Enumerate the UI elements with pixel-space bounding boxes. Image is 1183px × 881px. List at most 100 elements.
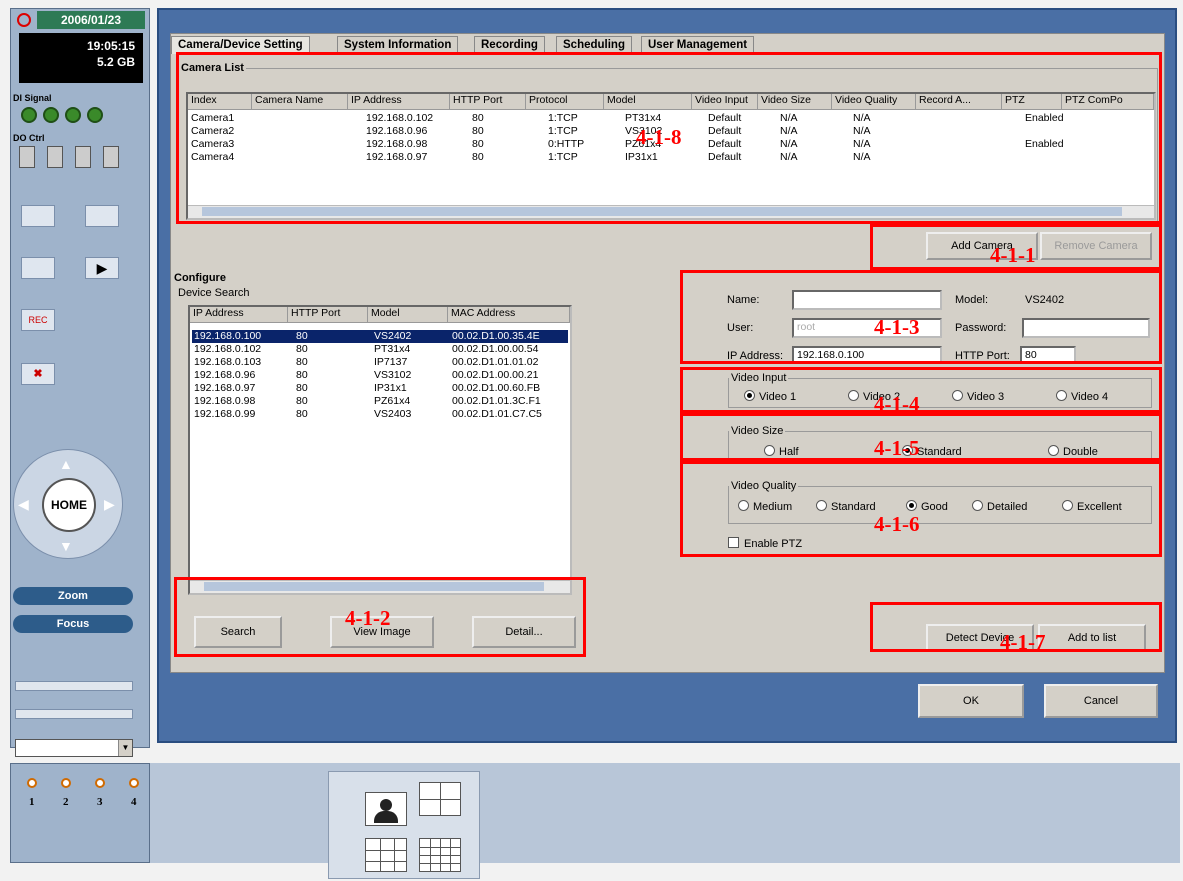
do-switch-4[interactable] [103, 146, 119, 168]
list-item[interactable]: 192.168.0.102 80 PT31x4 00.02.D1.00.00.5… [192, 343, 568, 356]
cell-port: 80 [296, 408, 308, 420]
power-icon[interactable] [17, 13, 31, 27]
arrow-left-icon[interactable]: ◀ [18, 496, 29, 513]
date-display: 2006/01/23 [37, 11, 145, 29]
bottom-strip [150, 763, 1180, 863]
cell-mac: 00.02.D1.00.60.FB [452, 382, 541, 394]
di-led-1 [21, 107, 37, 123]
di-led-4 [87, 107, 103, 123]
time-display: 19:05:15 [86, 39, 135, 53]
chevron-down-icon[interactable]: ▼ [118, 740, 132, 756]
do-switch-3[interactable] [75, 146, 91, 168]
cell-mac: 00.02.D1.01.C7.C5 [452, 408, 542, 420]
layout-selector-panel [328, 771, 480, 879]
cancel-button[interactable]: Cancel [1044, 684, 1158, 718]
di-led-2 [43, 107, 59, 123]
cell-mac: 00.02.D1.01.3C.F1 [452, 395, 541, 407]
cell-model: PZ61x4 [374, 395, 411, 407]
di-label: DI Signal [13, 93, 52, 103]
callout-label-4-1-6: 4-1-6 [874, 512, 920, 536]
callout-label-4-1-7: 4-1-7 [1000, 630, 1046, 654]
cell-port: 80 [296, 395, 308, 407]
channel-4-label: 4 [131, 796, 137, 808]
home-button[interactable]: HOME [42, 478, 96, 532]
di-indicators [21, 107, 109, 126]
device-search-title: Device Search [178, 287, 250, 299]
channel-indicator-panel: 1 2 3 4 [10, 763, 150, 863]
single-view-layout-icon[interactable] [365, 792, 407, 826]
callout-box-4-1-3 [680, 270, 1162, 364]
list-item[interactable]: 192.168.0.98 80 PZ61x4 00.02.D1.01.3C.F1 [192, 395, 568, 408]
playback-folder-icon[interactable] [21, 257, 55, 279]
slider-1[interactable] [15, 681, 133, 691]
list-item[interactable]: 192.168.0.96 80 VS3102 00.02.D1.00.00.21 [192, 369, 568, 382]
column-header[interactable]: Model [368, 307, 448, 323]
callout-label-4-1-1: 4-1-1 [990, 243, 1036, 267]
status-display: 19:05:15 5.2 GB [19, 33, 143, 83]
column-header[interactable]: HTTP Port [288, 307, 368, 323]
channel-3-indicator-icon[interactable] [95, 778, 105, 788]
disk-display: 5.2 GB [96, 55, 135, 69]
list-item-selected[interactable]: 192.168.0.100 80 VS2402 00.02.D1.00.35.4… [192, 330, 568, 343]
cell-port: 80 [296, 356, 308, 368]
callout-label-4-1-2: 4-1-2 [345, 606, 391, 630]
channel-select[interactable]: ▼ [15, 739, 133, 757]
focus-control[interactable]: Focus [13, 615, 133, 633]
cell-port: 80 [296, 330, 308, 342]
cell-ip: 192.168.0.97 [194, 382, 256, 394]
cell-ip: 192.168.0.103 [194, 356, 262, 368]
left-control-panel: 2006/01/23 19:05:15 5.2 GB DI Signal DO … [10, 8, 150, 757]
cell-ip: 192.168.0.100 [194, 330, 262, 342]
cell-model: IP7137 [374, 356, 408, 368]
list-item[interactable]: 192.168.0.99 80 VS2403 00.02.D1.01.C7.C5 [192, 408, 568, 421]
ptz-dpad[interactable]: HOME ▲ ▼ ◀ ▶ [13, 449, 123, 559]
camera-setting-icon[interactable] [21, 205, 55, 227]
play-icon[interactable]: ▶ [85, 257, 119, 279]
record-icon[interactable]: REC [21, 309, 55, 331]
zoom-control[interactable]: Zoom [13, 587, 133, 605]
ok-button[interactable]: OK [918, 684, 1024, 718]
column-header[interactable]: MAC Address [448, 307, 570, 323]
channel-1-indicator-icon[interactable] [27, 778, 37, 788]
cell-mac: 00.02.D1.00.00.54 [452, 343, 539, 355]
callout-label-4-1-8: 4-1-8 [636, 125, 682, 149]
cell-ip: 192.168.0.96 [194, 369, 256, 381]
do-switch-2[interactable] [47, 146, 63, 168]
callout-label-4-1-3: 4-1-3 [874, 315, 920, 339]
configure-title: Configure [174, 272, 226, 284]
quad-view-layout-icon[interactable] [419, 782, 461, 816]
channel-3-label: 3 [97, 796, 103, 808]
cell-port: 80 [296, 369, 308, 381]
list-item[interactable]: 192.168.0.103 80 IP7137 00.02.D1.01.01.0… [192, 356, 568, 369]
channel-2-indicator-icon[interactable] [61, 778, 71, 788]
keyboard-icon[interactable] [85, 205, 119, 227]
do-switch-1[interactable] [19, 146, 35, 168]
cell-ip: 192.168.0.98 [194, 395, 256, 407]
callout-box-4-1-6 [680, 461, 1162, 557]
nine-view-layout-icon[interactable] [365, 838, 407, 872]
cell-mac: 00.02.D1.00.00.21 [452, 369, 539, 381]
cell-model: PT31x4 [374, 343, 411, 355]
sixteen-view-layout-icon[interactable] [419, 838, 461, 872]
callout-box-4-1-4 [680, 367, 1162, 413]
arrow-up-icon[interactable]: ▲ [59, 456, 73, 472]
callout-box-4-1-5 [680, 413, 1162, 461]
device-search-table[interactable]: IP Address HTTP Port Model MAC Address 1… [188, 305, 572, 595]
channel-4-indicator-icon[interactable] [129, 778, 139, 788]
cell-model: VS2403 [374, 408, 412, 420]
cell-ip: 192.168.0.102 [194, 343, 262, 355]
cell-mac: 00.02.D1.00.35.4E [452, 330, 540, 342]
exit-icon[interactable]: ✖ [21, 363, 55, 385]
list-item[interactable]: 192.168.0.97 80 IP31x1 00.02.D1.00.60.FB [192, 382, 568, 395]
cell-ip: 192.168.0.99 [194, 408, 256, 420]
channel-2-label: 2 [63, 796, 69, 808]
cell-model: VS3102 [374, 369, 412, 381]
cell-mac: 00.02.D1.01.01.02 [452, 356, 539, 368]
cell-port: 80 [296, 382, 308, 394]
callout-label-4-1-5: 4-1-5 [874, 436, 920, 460]
arrow-down-icon[interactable]: ▼ [59, 538, 73, 554]
arrow-right-icon[interactable]: ▶ [104, 496, 115, 513]
slider-2[interactable] [15, 709, 133, 719]
column-header[interactable]: IP Address [190, 307, 288, 323]
cell-port: 80 [296, 343, 308, 355]
